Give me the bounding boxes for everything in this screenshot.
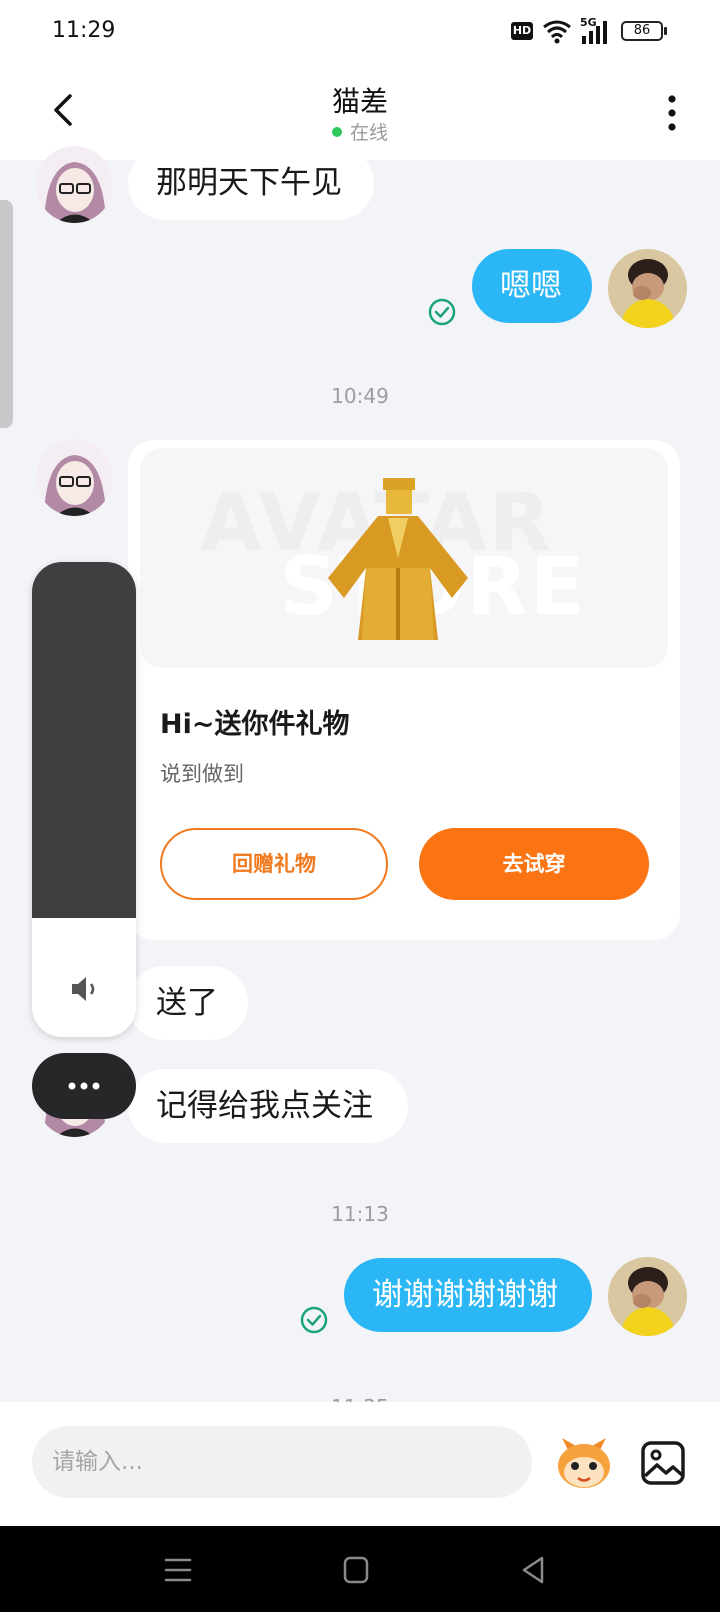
check-circle-icon (300, 1306, 328, 1334)
gift-banner[interactable]: AVATAR STORE (140, 448, 668, 668)
wifi-icon (543, 20, 571, 44)
robe-image (328, 478, 468, 640)
more-horizontal-icon (68, 1082, 100, 1090)
message-bubble-outgoing[interactable]: 谢谢谢谢谢谢 (344, 1258, 592, 1332)
speaker-icon (72, 977, 95, 1001)
message-bubble-incoming[interactable]: 送了 (128, 966, 248, 1040)
message-bubble-incoming[interactable]: 记得给我点关注 (128, 1069, 408, 1143)
image-icon[interactable] (640, 1440, 686, 1486)
message-bubble-outgoing[interactable]: 嗯嗯 (472, 249, 592, 323)
check-circle-icon (428, 298, 456, 326)
cell-signal-icon: 5G (580, 16, 616, 46)
more-vertical-icon[interactable] (664, 94, 680, 132)
contact-avatar[interactable] (36, 439, 113, 516)
message-input[interactable] (32, 1426, 532, 1498)
menu-icon[interactable] (158, 1552, 198, 1588)
online-dot (331, 126, 342, 137)
volume-more-button[interactable] (32, 1053, 136, 1119)
online-status: 在线 (0, 118, 720, 145)
my-avatar[interactable] (608, 1257, 687, 1336)
status-time: 11:29 (52, 18, 116, 43)
battery-indicator: 86 (621, 21, 663, 41)
gift-title: Hi~送你件礼物 (160, 709, 350, 740)
volume-slider[interactable] (32, 562, 136, 1037)
volume-level-fill (32, 562, 136, 918)
hd-badge: HD (511, 22, 533, 40)
home-square-icon[interactable] (336, 1552, 376, 1588)
battery-tip (664, 27, 667, 35)
back-triangle-icon[interactable] (514, 1552, 554, 1588)
contact-avatar[interactable] (36, 146, 113, 223)
side-panel-handle[interactable] (0, 200, 13, 428)
my-avatar[interactable] (608, 249, 687, 328)
message-bubble-incoming[interactable]: 那明天下午见 (128, 146, 374, 220)
return-gift-button[interactable]: 回赠礼物 (160, 828, 388, 900)
online-status-text: 在线 (349, 122, 388, 144)
gift-subtitle: 说到做到 (160, 762, 244, 786)
timestamp: 10:49 (331, 384, 389, 408)
timestamp: 11:13 (331, 1202, 389, 1226)
chat-title: 猫差 (331, 85, 388, 118)
try-on-button[interactable]: 去试穿 (419, 828, 649, 900)
mascot-face-icon[interactable] (554, 1436, 614, 1492)
